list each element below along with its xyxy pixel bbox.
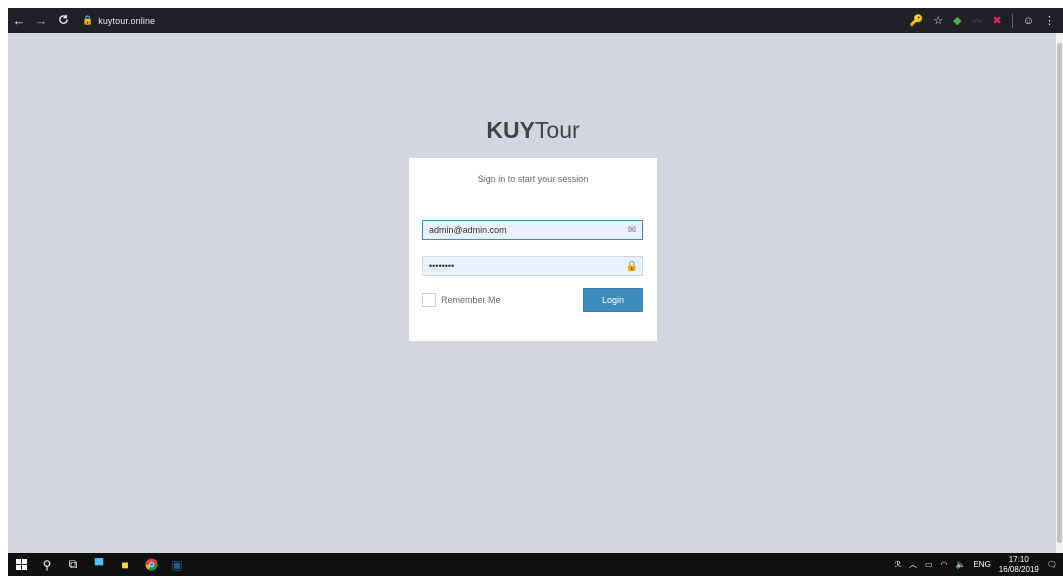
task-view-icon[interactable]: ⧉ (60, 553, 86, 576)
extension-icon[interactable]: ◆ (953, 14, 961, 27)
remember-me-label[interactable]: Remember Me (441, 295, 501, 305)
password-field-wrapper: 🔒 (422, 256, 643, 276)
clock-time: 17:10 (1008, 554, 1029, 564)
people-icon[interactable]: ℛ (895, 560, 901, 569)
remember-me: Remember Me (422, 293, 501, 307)
file-explorer-icon[interactable]: ▀ (86, 553, 112, 576)
password-input[interactable] (423, 257, 622, 275)
browser-right-icons: 🔑 ☆ ◆ 〰 ✖ ☺ ⋮ (910, 13, 1063, 29)
menu-dots-icon[interactable]: ⋮ (1044, 14, 1055, 27)
volume-icon[interactable]: 🔈 (955, 560, 965, 569)
toolbar-separator (1011, 13, 1013, 28)
extension-icon[interactable]: ✖ (993, 14, 1002, 27)
windows-start-icon[interactable] (8, 553, 34, 576)
lock-icon: 🔒 (625, 260, 639, 272)
word-icon[interactable]: ▣ (164, 553, 190, 576)
scrollbar[interactable] (1056, 33, 1063, 553)
lock-icon[interactable]: 🔒 (82, 15, 93, 26)
search-icon[interactable]: ⚲ (34, 553, 60, 576)
system-tray: ℛ ︿ ▭ ◠ 🔈 ENG 17:10 16/08/2019 🗨 (895, 555, 1063, 575)
clock-date: 16/08/2019 (998, 564, 1039, 574)
wifi-icon[interactable]: ◠ (941, 560, 948, 569)
scrollbar-thumb[interactable] (1057, 43, 1062, 543)
login-box-message: Sign in to start your session (477, 174, 589, 184)
email-field-wrapper: ✉ (422, 220, 643, 240)
email-input[interactable] (423, 221, 622, 239)
profile-avatar-icon[interactable]: ☺ (1023, 15, 1034, 27)
chrome-icon[interactable] (138, 553, 164, 576)
chevron-up-icon[interactable]: ︿ (909, 559, 917, 570)
forward-arrow-icon[interactable]: → (30, 13, 52, 28)
reload-icon[interactable] (52, 13, 74, 28)
logo-bold: KUY (486, 117, 535, 143)
star-bookmark-icon[interactable]: ☆ (933, 14, 943, 27)
key-icon[interactable]: 🔑 (910, 14, 924, 27)
page-background: KUYTour Sign in to start your session ✉ … (8, 33, 1056, 553)
logo-light: Tour (534, 117, 580, 143)
login-box: Sign in to start your session ✉ 🔒 Rememb… (409, 158, 657, 341)
browser-toolbar: ← → 🔒 kuytour.online 🔑 ☆ ◆ 〰 ✖ ☺ ⋮ (8, 8, 1063, 33)
envelope-icon: ✉ (627, 224, 637, 236)
address-bar-url[interactable]: kuytour.online (98, 16, 155, 26)
site-logo[interactable]: KUYTour (408, 115, 658, 145)
windows-taskbar: ⚲ ⧉ ▀ ■ ▣ ℛ ︿ ▭ ◠ 🔈 ENG 17:10 16/08/2019… (8, 553, 1063, 576)
extension-icon[interactable]: 〰 (972, 13, 983, 29)
notification-icon[interactable]: 🗨 (1047, 560, 1057, 569)
back-arrow-icon[interactable]: ← (8, 13, 30, 28)
remember-me-checkbox[interactable] (422, 293, 436, 307)
sticky-notes-icon[interactable]: ■ (112, 553, 138, 576)
login-button[interactable]: Login (583, 288, 643, 312)
clock[interactable]: 17:10 16/08/2019 (999, 555, 1039, 575)
language-indicator[interactable]: ENG (973, 560, 990, 569)
battery-icon[interactable]: ▭ (925, 560, 933, 569)
